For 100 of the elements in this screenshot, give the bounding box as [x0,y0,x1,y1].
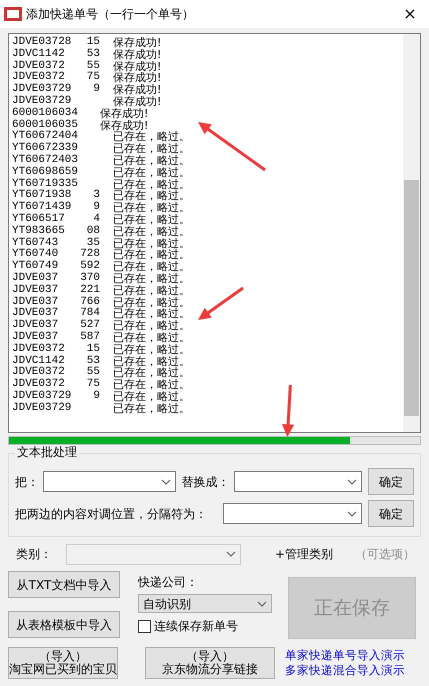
log-message: 已存在，略过。 [113,379,190,391]
log-message: 已存在，略过。 [113,344,190,356]
tracking-number-end: 728 [80,248,100,260]
tracking-number-end: 9 [93,390,100,402]
tracking-number: JDVE0372 [12,366,65,378]
demo-link[interactable]: 多家快递混合导入演示 [285,663,405,678]
demo-link[interactable]: 单家快递单号导入演示 [285,648,405,663]
log-message: 已存在，略过。 [113,154,190,167]
tracking-number-end: 55 [86,60,100,72]
tracking-number-end: 9 [93,201,100,214]
chevron-down-icon [347,510,358,516]
tracking-number: JDVE037 [12,307,58,320]
import-taobao-button[interactable]: （导入） 淘宝网已买到的宝贝 [8,647,118,679]
log-message: 已存在，略过。 [113,332,190,344]
log-message: 已存在，略过。 [113,320,190,332]
log-message: 已存在，略过。 [113,238,190,250]
tracking-number-end: 15 [86,36,100,48]
tracking-number-end: 784 [80,307,100,320]
log-message: 已存在，略过。 [113,356,190,368]
tracking-number-end: 527 [80,319,100,332]
tracking-number: JDVE0372 [12,342,65,355]
window-title: 添加快递单号（一行一个单号） [26,7,195,21]
tracking-number-end: 08 [86,224,100,237]
group-title: 文本批处理 [15,445,79,459]
tracking-number: JDVE03729 [12,402,72,414]
log-message: 已存在，略过。 [113,390,190,403]
log-message: 已存在，略过。 [113,284,190,297]
manage-category-link[interactable]: +管理类别 [275,547,334,561]
log-message: 已存在，略过。 [113,190,190,202]
log-message: 保存成功! [100,108,148,120]
tracking-number: YT983665 [12,224,65,237]
log-message: 保存成功! [113,60,162,72]
tracking-number: JDVE0372 [12,71,65,84]
scrollbar[interactable] [403,34,420,432]
checkbox[interactable] [138,620,151,632]
tracking-number: YT60672339 [12,142,78,154]
tracking-number: YT60719335 [12,178,78,190]
log-message: 保存成功! [113,72,162,84]
tracking-number-end: 53 [86,48,100,60]
tracking-number-end: 35 [86,236,100,249]
log-message: 已存在，略过。 [113,402,190,414]
close-button[interactable]: × [395,7,425,21]
courier-dropdown[interactable]: 自动识别 [138,594,272,613]
log-textarea[interactable] [8,33,421,433]
tracking-number-end: 766 [80,296,100,308]
import-template-button[interactable]: 从表格模板中导入 [8,611,120,638]
import-txt-button[interactable]: 从TXT文档中导入 [8,571,120,598]
tracking-number: JDVE03729 [12,94,72,107]
log-message: 已存在，略过。 [113,272,190,285]
tracking-number-end: 15 [86,342,100,355]
tracking-number-end: 370 [80,272,100,284]
tracking-number: JDVE037 [12,319,58,332]
tracking-number-end: 4 [93,212,100,225]
pointer-arrow [198,286,244,320]
tracking-number-end: 592 [80,260,100,272]
tracking-number-end: 9 [93,83,100,96]
tracking-number: JDVE03729 [12,83,72,96]
log-message: 保存成功! [113,96,162,108]
tracking-number-end: 75 [86,71,100,84]
confirm-button[interactable]: 确定 [368,500,414,527]
tracking-number: JDVE03729 [12,390,72,402]
log-message: 保存成功! [113,48,162,61]
tracking-number: JDVE03728 [12,36,72,48]
tracking-number: YT60749 [12,260,58,272]
tracking-number: JDVC1142 [12,354,65,367]
separator-dropdown[interactable] [223,503,362,524]
field-label: 类别： [16,547,53,561]
app-icon [4,6,22,22]
log-message: 已存在，略过。 [113,178,190,190]
log-message: 已存在，略过。 [113,308,190,320]
log-message: 已存在，略过。 [113,202,190,214]
log-message: 保存成功! [113,84,162,96]
tracking-number: YT6071439 [12,201,72,214]
tracking-number-end: 75 [86,378,100,390]
chevron-down-icon [160,478,171,484]
replace-from-dropdown[interactable] [43,471,176,492]
tracking-number: JDVE0372 [12,378,65,390]
log-message: 保存成功! [100,120,148,132]
tracking-number-end: 221 [80,284,100,296]
tracking-number: JDVE037 [12,330,58,343]
pointer-arrow [282,384,294,437]
log-message: 已存在，略过。 [113,214,190,226]
field-label: 把两边的内容对调位置，分隔符为： [15,506,208,520]
tracking-number-end: 55 [86,366,100,378]
tracking-number: YT6071938 [12,189,72,202]
tracking-number: 6000106034 [12,106,78,119]
field-label: 快递公司： [138,575,199,589]
import-jd-button[interactable]: （导入） 京东物流分享链接 [145,647,275,679]
log-message: 已存在，略过。 [113,261,190,273]
continuous-save-checkbox[interactable]: 连续保存新单号 [138,619,272,633]
tracking-number: YT60698659 [12,166,78,178]
replace-to-dropdown[interactable] [234,471,362,492]
log-message: 已存在，略过。 [113,367,190,380]
field-label: 把： [15,474,39,488]
tracking-number: JDVE037 [12,284,58,296]
chevron-down-icon [347,478,358,484]
log-message: 已存在，略过。 [113,296,190,308]
confirm-button[interactable]: 确定 [368,468,414,495]
log-message: 已存在，略过。 [113,249,190,262]
tracking-number-end: 3 [93,189,100,202]
